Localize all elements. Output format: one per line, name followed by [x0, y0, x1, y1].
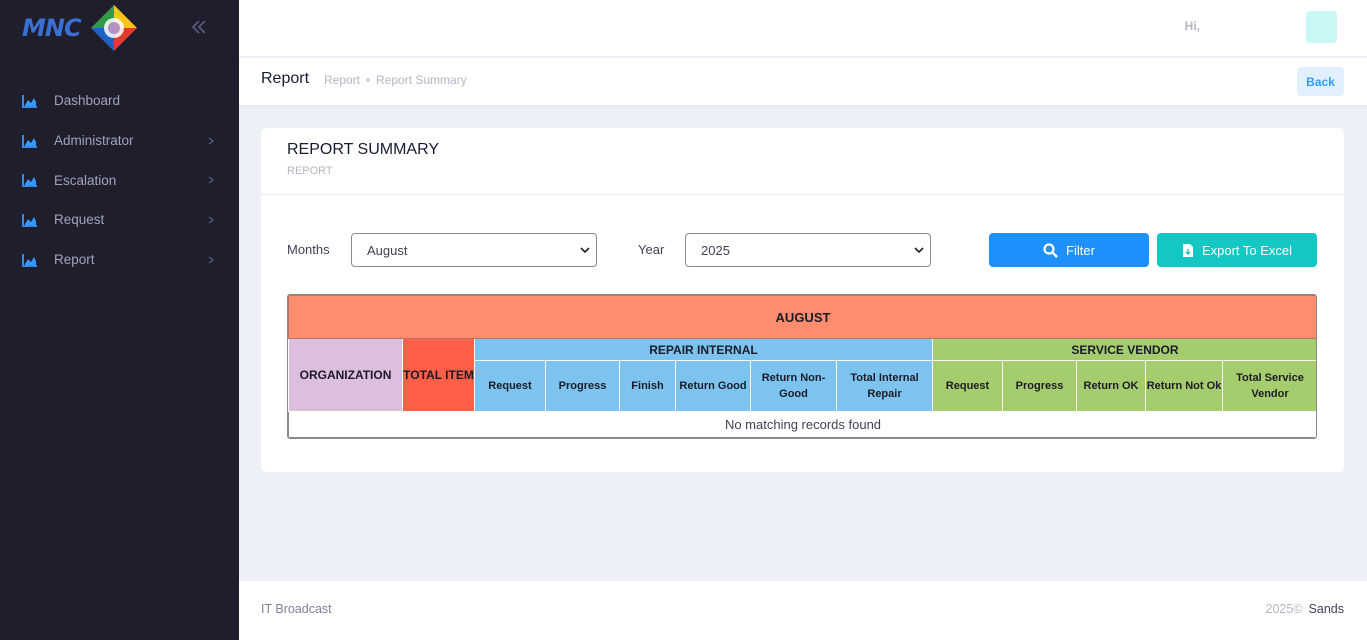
group-service-vendor: SERVICE VENDOR	[932, 338, 1316, 361]
sidebar-item-label: Dashboard	[54, 93, 121, 109]
col-vendor-return-ok: Return OK	[1076, 360, 1146, 412]
group-repair-internal: REPAIR INTERNAL	[474, 338, 933, 361]
search-icon	[1043, 242, 1058, 258]
export-button-label: Export To Excel	[1201, 242, 1293, 258]
col-repair-finish: Finish	[619, 360, 676, 412]
col-repair-request: Request	[474, 360, 546, 412]
card-subtitle: REPORT	[287, 165, 333, 177]
avatar[interactable]	[1306, 11, 1337, 43]
card-header: REPORT SUMMARY REPORT	[261, 128, 1344, 195]
months-select-value: August	[367, 242, 408, 258]
year-label: Year	[638, 242, 665, 257]
page-title: Report	[261, 70, 310, 87]
col-vendor-request: Request	[932, 360, 1003, 412]
col-repair-progress: Progress	[545, 360, 620, 412]
breadcrumb-item-report-summary[interactable]: Report Summary	[376, 73, 467, 87]
chevron-down-icon	[914, 247, 924, 254]
top-header: Hi,	[239, 0, 1367, 57]
col-repair-return-good: Return Good	[675, 360, 751, 412]
sidebar-item-request[interactable]: Request	[0, 200, 239, 240]
chevron-down-icon	[580, 247, 590, 254]
breadcrumb-separator	[366, 78, 371, 82]
col-repair-total: Total Internal Repair	[836, 360, 933, 412]
sidebar-item-escalation[interactable]: Escalation	[0, 160, 239, 200]
sidebar-item-report[interactable]: Report	[0, 240, 239, 280]
year-select[interactable]: 2025	[685, 233, 931, 267]
sidebar-item-administrator[interactable]: Administrator	[0, 121, 239, 161]
filter-button-label: Filter	[1066, 242, 1095, 258]
footer-left-text: IT Broadcast	[261, 602, 332, 616]
months-label: Months	[287, 242, 330, 257]
sidebar-item-dashboard[interactable]: Dashboard	[0, 81, 239, 121]
user-greeting: Hi,	[1184, 19, 1200, 33]
chevron-right-icon	[208, 176, 215, 184]
sidebar-item-label: Report	[54, 252, 95, 268]
breadcrumb-item-report[interactable]: Report	[324, 73, 360, 87]
filter-row: Months August Year 2025 Filter Export To…	[261, 233, 1344, 267]
empty-table-message: No matching records found	[288, 411, 1316, 438]
chart-icon	[22, 174, 37, 188]
card-title: REPORT SUMMARY	[287, 141, 440, 158]
footer: IT Broadcast 2025© Sands	[239, 581, 1367, 640]
sidebar-item-label: Administrator	[54, 133, 134, 149]
sidebar-nav: Dashboard Administrator Escalation Reque…	[0, 81, 239, 279]
footer-copyright: 2025© Sands	[1266, 602, 1344, 616]
report-table: AUGUST ORGANIZATION TOTAL ITEM REPAIR IN…	[288, 295, 1316, 438]
subheader: Report Report Report Summary Back	[239, 58, 1367, 105]
col-vendor-return-not-ok: Return Not Ok	[1145, 360, 1223, 412]
month-header: AUGUST	[288, 295, 1316, 339]
chevron-right-icon	[208, 137, 215, 145]
sidebar: MNC Dashboard Administrator Escalation R…	[0, 0, 239, 640]
chart-icon	[22, 253, 37, 267]
collapse-sidebar-icon[interactable]	[190, 18, 210, 38]
col-vendor-progress: Progress	[1002, 360, 1077, 412]
col-total-item: TOTAL ITEM	[402, 338, 475, 412]
file-export-icon	[1182, 243, 1193, 257]
chevron-right-icon	[208, 216, 215, 224]
brand-logo[interactable]: MNC	[22, 2, 142, 54]
chart-icon	[22, 94, 37, 108]
col-repair-return-non-good: Return Non-Good	[750, 360, 837, 412]
months-select[interactable]: August	[351, 233, 597, 267]
logo-text: MNC	[22, 14, 82, 42]
report-table-wrapper: AUGUST ORGANIZATION TOTAL ITEM REPAIR IN…	[287, 294, 1317, 439]
col-organization: ORGANIZATION	[288, 338, 403, 412]
chart-icon	[22, 134, 37, 148]
year-select-value: 2025	[701, 242, 730, 258]
chart-icon	[22, 213, 37, 227]
col-vendor-total: Total Service Vendor	[1222, 360, 1316, 412]
filter-button[interactable]: Filter	[989, 233, 1149, 267]
back-button[interactable]: Back	[1297, 67, 1344, 96]
breadcrumb: Report Report Summary	[324, 73, 467, 87]
sidebar-item-label: Escalation	[54, 172, 117, 188]
footer-brand-link[interactable]: Sands	[1309, 602, 1344, 616]
chevron-right-icon	[208, 256, 215, 264]
footer-year: 2025©	[1265, 602, 1303, 616]
sidebar-item-label: Request	[54, 212, 105, 228]
logo-diamond-icon	[91, 5, 137, 51]
export-excel-button[interactable]: Export To Excel	[1157, 233, 1317, 267]
report-summary-card: REPORT SUMMARY REPORT Months August Year…	[261, 128, 1344, 472]
report-table-frame: AUGUST ORGANIZATION TOTAL ITEM REPAIR IN…	[287, 294, 1317, 439]
